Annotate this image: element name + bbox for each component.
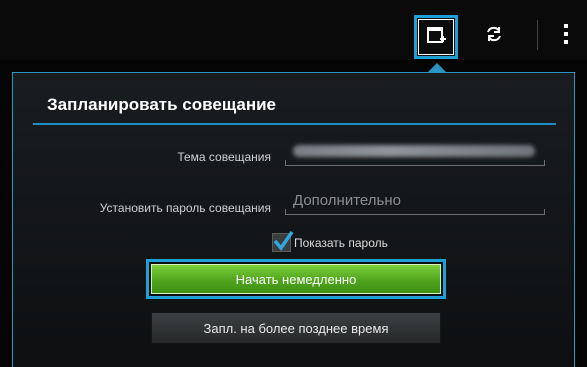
schedule-meeting-button[interactable] [414, 15, 458, 59]
topic-field[interactable] [285, 138, 545, 166]
refresh-icon [484, 24, 504, 49]
calendar-plus-icon [426, 25, 446, 50]
schedule-later-button[interactable]: Запл. на более позднее время [151, 312, 441, 344]
show-password-checkbox[interactable] [272, 231, 294, 252]
overflow-menu-button[interactable] [552, 16, 580, 56]
password-label: Установить пароль совещания [99, 201, 271, 215]
password-field[interactable] [285, 187, 545, 215]
overflow-menu-icon [563, 23, 569, 50]
topic-label: Тема совещания [177, 150, 271, 164]
title-divider [33, 123, 556, 125]
screen: Запланировать совещание Тема совещания У… [0, 0, 587, 367]
dialog-pointer [428, 63, 446, 72]
show-password-toggle[interactable]: Показать пароль [272, 231, 388, 252]
start-now-button[interactable]: Начать немедленно [151, 264, 441, 294]
action-bar [0, 0, 587, 60]
show-password-label: Показать пароль [294, 235, 388, 250]
topic-value-redacted [293, 145, 535, 157]
password-input[interactable] [293, 189, 533, 211]
start-now-highlight: Начать немедленно [146, 259, 446, 299]
sync-button[interactable] [474, 16, 514, 56]
action-bar-divider [537, 20, 538, 50]
checkmark-icon [273, 231, 294, 251]
dialog-title: Запланировать совещание [47, 95, 276, 114]
schedule-meeting-dialog: Запланировать совещание Тема совещания У… [12, 72, 575, 367]
